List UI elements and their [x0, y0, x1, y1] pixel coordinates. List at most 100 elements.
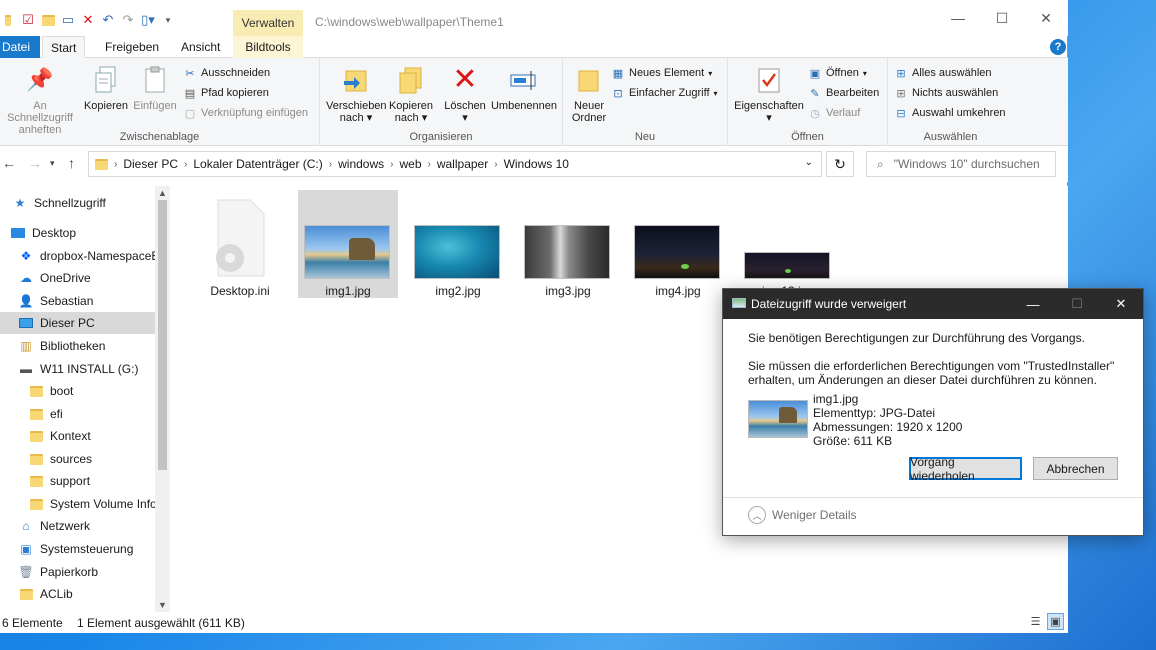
sidebar-item-recycle-bin[interactable]: 🗑 Papierkorb — [0, 561, 155, 583]
minimize-icon[interactable]: — — [936, 0, 980, 36]
recent-dropdown-icon[interactable]: ▾ — [50, 158, 55, 169]
invert-selection-button[interactable]: ⊟ Auswahl umkehren — [894, 104, 1005, 122]
sidebar-item-system-volume[interactable]: System Volume Inform — [0, 493, 155, 515]
sidebar-item-support[interactable]: support — [0, 470, 155, 492]
maximize-icon[interactable]: ☐ — [980, 0, 1024, 36]
scroll-down-icon[interactable]: ▼ — [158, 600, 167, 610]
tab-share[interactable]: Freigeben — [97, 36, 167, 58]
copy-button[interactable]: Kopieren — [82, 64, 130, 112]
breadcrumb-web[interactable]: web — [393, 157, 427, 171]
ribbon-tabs: Datei Start Freigeben Ansicht Bildtools … — [0, 36, 1068, 58]
breadcrumb-wallpaper[interactable]: wallpaper — [431, 157, 494, 171]
new-folder-icon[interactable] — [40, 12, 56, 28]
tab-start[interactable]: Start — [42, 36, 86, 58]
breadcrumb-drive[interactable]: Lokaler Datenträger (C:) — [187, 157, 328, 171]
minimize-icon[interactable]: — — [1011, 289, 1055, 319]
move-to-button[interactable]: Verschieben nach ▾ — [326, 64, 387, 124]
back-arrow-icon[interactable]: ← — [2, 155, 16, 171]
scroll-up-icon[interactable]: ▲ — [158, 188, 167, 198]
sidebar-item-desktop[interactable]: Desktop — [0, 222, 155, 244]
properties-check-icon[interactable]: ☑ — [20, 12, 36, 28]
sidebar-item-efi[interactable]: efi — [0, 403, 155, 425]
undo-icon[interactable]: ↶ — [100, 12, 116, 28]
rename-button[interactable]: Umbenennen — [488, 64, 560, 112]
paste-button[interactable]: Einfügen — [131, 64, 179, 112]
rename-field-icon — [508, 64, 540, 96]
image-thumbnail — [744, 252, 830, 279]
address-dropdown-icon[interactable]: ⌄ — [805, 157, 813, 168]
group-clipboard: 📌 An Schnellzugriff anheften Kopieren Ei… — [0, 58, 320, 146]
refresh-icon[interactable]: ↻ — [826, 151, 854, 177]
sidebar-item-quick-access[interactable]: ★ Schnellzugriff — [0, 192, 155, 214]
tab-file[interactable]: Datei — [0, 36, 40, 58]
sidebar-item-onedrive[interactable]: ☁ OneDrive — [0, 267, 155, 289]
sidebar-item-kontext[interactable]: Kontext — [0, 425, 155, 447]
history-button[interactable]: ◷ Verlauf — [808, 104, 860, 122]
copy-path-button[interactable]: ▤ Pfad kopieren — [183, 84, 269, 102]
cut-button[interactable]: ✂ Ausschneiden — [183, 64, 270, 82]
sidebar-item-user[interactable]: 👤 Sebastian — [0, 290, 155, 312]
less-details-toggle[interactable]: ︿ Weniger Details — [748, 506, 856, 524]
large-icons-view-icon[interactable]: ▣ — [1047, 613, 1064, 630]
sidebar-item-control-panel[interactable]: ▣ Systemsteuerung — [0, 538, 155, 560]
file-item-img4[interactable]: img4.jpg — [628, 190, 728, 298]
help-icon[interactable]: ? — [1050, 39, 1066, 55]
file-item-desktop-ini[interactable]: Desktop.ini — [190, 190, 290, 298]
dialog-title-bar: Dateizugriff wurde verweigert — ☐ ✕ — [723, 289, 1143, 319]
customize-icon[interactable]: ▯▾ — [140, 12, 156, 28]
pc-icon — [18, 315, 34, 331]
details-view-icon[interactable]: ☰ — [1027, 613, 1044, 630]
dialog-window-controls: — ☐ ✕ — [1011, 289, 1143, 319]
cancel-button[interactable]: Abbrechen — [1033, 457, 1118, 480]
select-all-button[interactable]: ⊞ Alles auswählen — [894, 64, 991, 82]
tab-view[interactable]: Ansicht — [173, 36, 228, 58]
sidebar-item-libraries[interactable]: ▥ Bibliotheken — [0, 335, 155, 357]
copy-to-button[interactable]: Kopieren nach ▾ — [387, 64, 435, 124]
up-arrow-icon[interactable]: ↑ — [68, 155, 75, 171]
edit-button[interactable]: ✎ Bearbeiten — [808, 84, 879, 102]
folder-icon[interactable] — [0, 12, 16, 28]
redo-icon[interactable]: ↷ — [120, 12, 136, 28]
sidebar-item-sources[interactable]: sources — [0, 448, 155, 470]
retry-button[interactable]: Vorgang wiederholen — [909, 455, 1022, 483]
context-tab-header: Verwalten — [233, 10, 303, 36]
file-item-img2[interactable]: img2.jpg — [408, 190, 508, 298]
library-icon: ▥ — [20, 339, 32, 353]
sidebar-item-network[interactable]: ⌂ Netzwerk — [0, 515, 155, 537]
breadcrumb-this-pc[interactable]: Dieser PC — [117, 157, 184, 171]
properties-button[interactable]: Eigenschaften ▾ — [732, 64, 806, 124]
rename-icon[interactable]: ▭ — [60, 12, 76, 28]
forward-arrow-icon[interactable]: → — [28, 155, 42, 171]
close-icon[interactable]: ✕ — [1099, 289, 1143, 319]
sidebar-item-dropbox[interactable]: ❖ dropbox-NamespaceEx — [0, 245, 155, 267]
address-bar[interactable]: › Dieser PC › Lokaler Datenträger (C:) ›… — [88, 151, 822, 177]
tab-picture-tools[interactable]: Bildtools — [233, 36, 303, 58]
file-item-img13[interactable]: img13.jpg — [738, 190, 838, 298]
new-item-button[interactable]: ▦ Neues Element ▾ — [611, 64, 712, 82]
breadcrumb-windows10[interactable]: Windows 10 — [498, 157, 575, 171]
sidebar-item-this-pc[interactable]: Dieser PC — [0, 312, 155, 334]
pin-quick-access-button[interactable]: 📌 An Schnellzugriff anheften — [0, 64, 80, 137]
new-folder-button[interactable]: Neuer Ordner — [565, 64, 613, 124]
file-item-img3[interactable]: img3.jpg — [518, 190, 618, 298]
sidebar-scrollbar[interactable]: ▲ ▼ — [155, 186, 170, 612]
file-dimensions: Abmessungen: 1920 x 1200 — [813, 420, 963, 434]
scroll-thumb[interactable] — [158, 200, 167, 470]
open-button[interactable]: ▣ Öffnen ▾ — [808, 64, 867, 82]
qat-dropdown-icon[interactable]: ▾ — [160, 12, 176, 28]
easy-access-button[interactable]: ⊡ Einfacher Zugriff ▾ — [611, 84, 717, 102]
delete-icon[interactable]: ✕ — [80, 12, 96, 28]
search-input[interactable]: ⌕ "Windows 10" durchsuchen — [866, 151, 1056, 177]
sidebar-item-aclib[interactable]: ACLib — [0, 583, 155, 605]
sidebar-item-install-drive[interactable]: ▬ W11 INSTALL (G:) — [0, 358, 155, 380]
breadcrumb-windows[interactable]: windows — [332, 157, 390, 171]
file-item-img1[interactable]: img1.jpg — [298, 190, 398, 298]
sidebar-item-boot[interactable]: boot — [0, 380, 155, 402]
close-icon[interactable]: ✕ — [1024, 0, 1068, 36]
chevron-up-icon: ︿ — [748, 506, 766, 524]
select-none-button[interactable]: ⊞ Nichts auswählen — [894, 84, 998, 102]
delete-button[interactable]: ✕ Löschen ▾ — [442, 64, 488, 125]
paste-shortcut-button[interactable]: ▢ Verknüpfung einfügen — [183, 104, 308, 122]
folder-icon — [28, 451, 44, 467]
window-title: C:\windows\web\wallpaper\Theme1 — [315, 15, 504, 29]
